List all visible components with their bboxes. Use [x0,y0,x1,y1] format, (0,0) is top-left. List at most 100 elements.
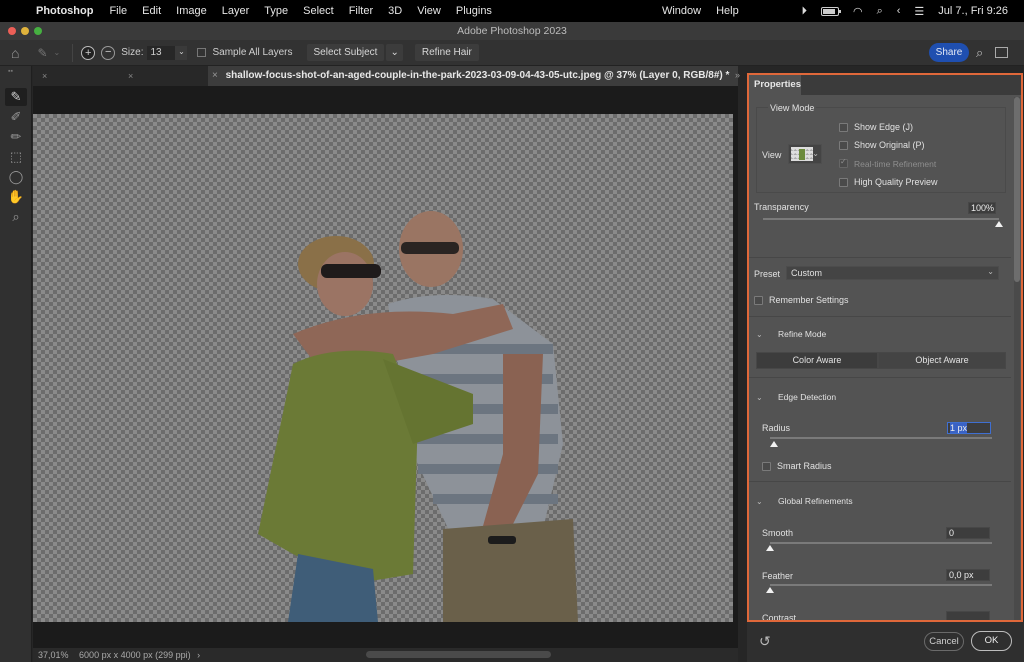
close-tab-icon[interactable]: × [42,71,47,81]
edge-detection-collapse-icon[interactable]: ⌄ [756,393,763,402]
select-subject-dropdown[interactable]: ⌄ [386,44,403,61]
clock[interactable]: Jul 7., Fri 9:26 [938,5,1008,17]
document-tab[interactable]: × [33,66,121,86]
chevron-down-icon[interactable]: ⌄ [54,48,61,57]
battery-icon[interactable] [820,6,841,16]
menu-window[interactable]: Window [662,5,701,17]
high-quality-preview-checkbox[interactable] [839,178,848,187]
control-center-icon[interactable]: ☰ [914,5,924,18]
real-time-refinement-label: Real-time Refinement [854,159,937,169]
reset-icon[interactable]: ↺ [759,633,771,650]
panel-tabs: Properties [749,75,1021,95]
sample-all-layers-checkbox[interactable] [197,48,207,57]
status-chevron-icon[interactable]: › [197,650,200,660]
transparency-slider-track[interactable] [763,218,999,220]
global-refinements-collapse-icon[interactable]: ⌄ [756,497,763,506]
show-edge-checkbox[interactable] [839,123,848,132]
menu-select[interactable]: Select [303,5,334,17]
show-original-checkbox[interactable] [839,141,848,150]
smooth-slider-track[interactable] [770,542,992,544]
close-tab-icon[interactable]: × [128,71,133,81]
smooth-input[interactable]: 0 [946,527,990,539]
contrast-label: Contrast [762,613,797,622]
menu-view[interactable]: View [417,5,441,17]
view-mode-thumbnail-dropdown[interactable]: ⌄ [788,144,822,164]
workspace-icon[interactable] [995,47,1008,58]
smooth-slider-thumb[interactable] [766,545,774,551]
panel-scrollbar[interactable] [1014,97,1020,620]
menu-filter[interactable]: Filter [349,5,373,17]
edge-detection-title[interactable]: Edge Detection [778,392,836,402]
refine-hair-button[interactable]: Refine Hair [414,44,479,61]
select-subject-button[interactable]: Select Subject [306,44,385,61]
refine-mode-title[interactable]: Refine Mode [778,329,826,339]
divider [749,377,1011,378]
expand-panels-icon[interactable]: » [735,70,740,80]
menu-image[interactable]: Image [176,5,207,17]
contrast-input[interactable] [946,611,990,620]
menu-layer[interactable]: Layer [222,5,250,17]
global-refinements-title[interactable]: Global Refinements [778,496,853,506]
radius-slider-track[interactable] [770,437,992,439]
quick-selection-tool-icon[interactable]: ✎ [5,88,27,106]
menu-edit[interactable]: Edit [142,5,161,17]
lasso-tool-icon[interactable]: ◯ [5,168,27,186]
feather-slider-thumb[interactable] [766,587,774,593]
transparency-input[interactable]: 100% [968,202,996,214]
search-icon[interactable]: ⌕ [976,45,983,61]
transparency-slider-thumb[interactable] [995,221,1003,227]
home-icon[interactable]: ⌂ [11,45,19,61]
chevron-left-icon[interactable]: ‹ [897,5,901,17]
properties-tab[interactable]: Properties [749,75,801,95]
feather-input[interactable]: 0,0 px [946,569,990,581]
share-button[interactable]: Share [929,43,969,62]
toolbar-grip[interactable]: ▪▪ [8,68,13,75]
object-aware-button[interactable]: Object Aware [878,352,1006,369]
feather-slider-track[interactable] [770,584,992,586]
menu-help[interactable]: Help [716,5,739,17]
search-icon[interactable]: ⌕ [877,5,883,18]
preset-dropdown[interactable]: Custom ⌄ [786,266,999,280]
close-tab-icon[interactable]: × [212,70,218,81]
wifi-icon[interactable]: ◠ [853,5,863,18]
remember-settings-checkbox[interactable] [754,296,763,305]
document-tab[interactable]: × [121,66,209,86]
color-aware-button[interactable]: Color Aware [756,352,878,369]
brush-tool-icon[interactable]: ✏ [5,128,27,146]
document-info[interactable]: 6000 px x 4000 px (299 ppi) [79,650,191,660]
divider [749,257,1011,258]
subtract-from-selection-icon[interactable]: − [101,45,116,60]
canvas-area[interactable] [33,86,738,648]
brush-preset-icon[interactable]: ✎ [37,46,47,60]
play-icon[interactable]: ⏵ [801,5,807,18]
ok-button[interactable]: OK [971,631,1012,651]
size-input[interactable]: 13 [147,45,176,60]
horizontal-scrollbar[interactable] [366,651,551,658]
woman-face [317,252,373,316]
object-selection-tool-icon[interactable]: ⬚ [5,148,27,166]
refine-edge-brush-tool-icon[interactable]: ✐ [5,108,27,126]
document-tab-active[interactable]: × shallow-focus-shot-of-an-aged-couple-i… [208,66,738,86]
zoom-level[interactable]: 37,01% [38,650,69,660]
hand-tool-icon[interactable]: ✋ [5,188,27,206]
minimize-window-button[interactable] [21,27,29,35]
menu-type[interactable]: Type [264,5,288,17]
refine-mode-collapse-icon[interactable]: ⌄ [756,330,763,339]
transparent-canvas[interactable] [33,114,733,622]
maximize-window-button[interactable] [34,27,42,35]
close-window-button[interactable] [8,27,16,35]
add-to-selection-icon[interactable]: + [81,45,96,60]
radius-slider-thumb[interactable] [770,441,779,447]
cancel-button[interactable]: Cancel [924,632,964,651]
menu-plugins[interactable]: Plugins [456,5,492,17]
radius-input[interactable]: 1 px [947,422,991,434]
size-dropdown-icon[interactable]: ⌄ [175,45,188,60]
zoom-tool-icon[interactable]: ⌕ [5,208,27,226]
smart-radius-checkbox[interactable] [762,462,771,471]
woman-sunglasses [321,264,381,278]
menu-3d[interactable]: 3D [388,5,402,17]
menu-app-name[interactable]: Photoshop [36,5,93,17]
scrollbar-thumb[interactable] [1014,97,1020,282]
menu-file[interactable]: File [109,5,127,17]
man-watch [488,536,516,544]
